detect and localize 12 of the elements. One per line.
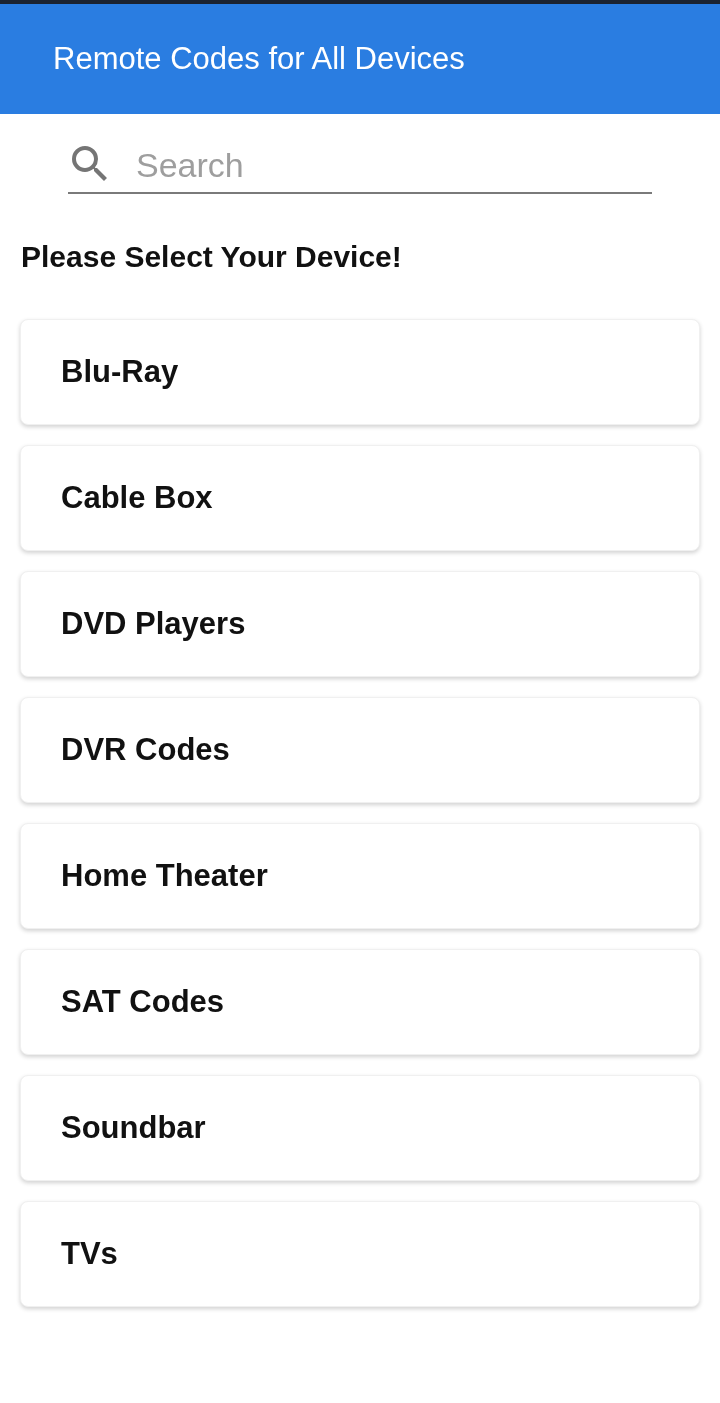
device-list-item[interactable]: SAT Codes bbox=[20, 949, 700, 1055]
search-field[interactable]: Search bbox=[136, 143, 652, 187]
device-list-item[interactable]: TVs bbox=[20, 1201, 700, 1307]
device-list-item[interactable]: Soundbar bbox=[20, 1075, 700, 1181]
device-list-item[interactable]: DVR Codes bbox=[20, 697, 700, 803]
device-list-item[interactable]: Cable Box bbox=[20, 445, 700, 551]
device-list-item[interactable]: DVD Players bbox=[20, 571, 700, 677]
device-list-item[interactable]: Blu-Ray bbox=[20, 319, 700, 425]
search-icon bbox=[72, 146, 108, 182]
app-title: Remote Codes for All Devices bbox=[53, 41, 465, 77]
device-list-item[interactable]: Home Theater bbox=[20, 823, 700, 929]
section-heading: Please Select Your Device! bbox=[21, 239, 402, 275]
